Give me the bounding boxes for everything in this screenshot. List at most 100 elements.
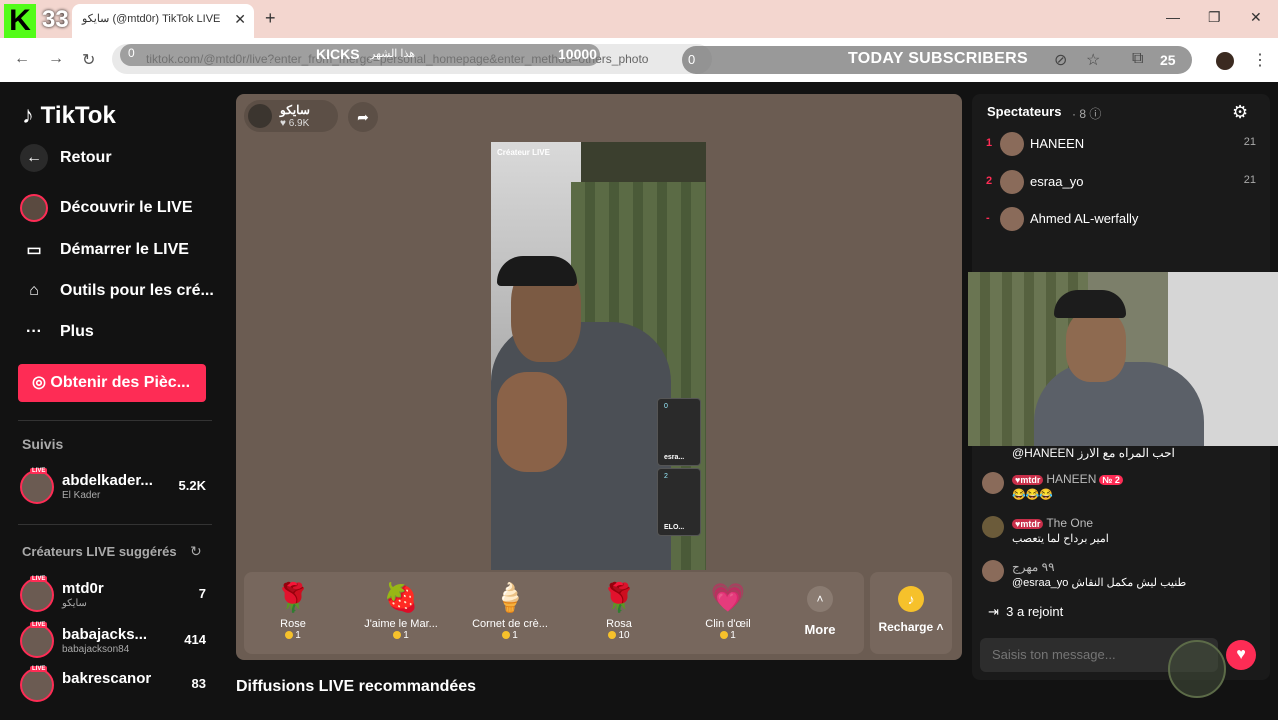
rank-badge: № 2 [1099,475,1123,485]
recharge-label: Recharge ˄ [870,620,952,634]
tiktok-note-icon: ♪ [22,102,34,129]
host-likes: ♥ 6.9K [280,118,309,129]
help-icon[interactable]: ⓘ [1089,107,1101,121]
gift-name: Cornet de crè... [472,618,548,630]
forward-arrow-icon[interactable]: → [48,50,64,68]
viewer-score: 21 [1243,174,1256,186]
tiktok-logo[interactable]: ♪ TikTok [22,102,116,130]
subscribers-count: 25 [1160,52,1176,68]
webcam-scene-hoodie [1034,362,1204,446]
logo-text: TikTok [40,102,116,129]
creator-live-tag: Créateur LIVE [497,148,550,157]
browser-tab-active[interactable]: سايكو (@mtd0r) TikTok LIVE ✕ [72,4,254,38]
gift-item-wink[interactable]: 💗 Clin d'œil 1 [678,578,778,641]
host-avatar[interactable] [248,104,272,128]
avatar [1000,207,1024,231]
viewer-name: Ahmed AL-werfally [1030,211,1139,226]
viewer-row[interactable]: - Ahmed AL-werfally [986,207,1256,233]
sidebar-item-label: Plus [60,323,94,340]
suggested-user-row[interactable]: LIVE babajacks... babajackson84 414 [20,622,206,660]
coin-icon [502,631,511,640]
enter-icon: ⇥ [988,604,999,619]
viewer-row[interactable]: 1 HANEEN 21 [986,132,1256,158]
sidebar-item-label: Découvrir le LIVE [60,199,193,216]
gift-item-ice-cream[interactable]: 🍦 Cornet de crè... 1 [460,578,560,641]
live-badge: LIVE [30,622,48,628]
chat-header: ٩٩ مهرج [1012,560,1055,574]
subscribers-label: TODAY SUBSCRIBERS [848,50,1028,67]
viewer-row[interactable]: 2 esraa_yo 21 [986,170,1256,196]
webcam-scene-cap [1054,290,1126,318]
user-subtitle: babajackson84 [62,644,130,655]
extensions-icon[interactable]: ⧉ [1132,50,1143,68]
sidebar-item-discover-live[interactable]: Découvrir le LIVE [20,194,193,222]
sidebar-item-creator-tools[interactable]: ⌂ Outils pour les cré... [20,277,214,305]
rosa-icon: 🌹 [601,582,637,613]
kicks-goal: 10000 [558,46,597,62]
fan-badge-label: mtdr [1020,475,1041,485]
gear-icon[interactable]: ⚙ [1232,102,1248,123]
eye-off-icon[interactable]: ⊘ [1054,50,1067,70]
spectators-count-value: 8 [1079,107,1087,121]
guest-tile[interactable]: 2 ELO... [657,468,701,536]
coin-icon [285,631,294,640]
viewer-count: 83 [191,676,206,691]
kick-viewer-count: 33 [42,6,69,33]
back-arrow-icon[interactable]: ← [14,50,30,68]
more-gifts-button[interactable]: ˄ More [800,586,840,637]
star-icon[interactable]: ☆ [1086,50,1100,70]
avatar [982,472,1004,494]
gift-item-rosa[interactable]: 🌹 Rosa 10 [569,578,669,641]
tab-title: سايكو (@mtd0r) TikTok LIVE [82,13,221,25]
chat-user: @HANEEN [1012,446,1075,460]
home-tools-icon: ⌂ [29,282,39,299]
user-subtitle: سايكو [62,598,87,609]
chat-header: ♥mtdr HANEEN № 2 [1012,472,1123,486]
close-icon[interactable]: ✕ [234,4,246,34]
live-avatar-icon [20,194,48,222]
following-user-row[interactable]: LIVE abdelkader... El Kader 5.2K [20,468,206,506]
kicks-label: KICKS [316,46,360,62]
reload-icon[interactable]: ↻ [82,50,95,70]
channel-watermark-logo [1168,640,1226,698]
menu-kebab-icon[interactable]: ⋮ [1252,50,1268,70]
chat-content: احب المراه مع الارز [1077,446,1175,460]
gift-price-value: 1 [295,630,301,641]
sidebar-item-more[interactable]: ··· Plus [20,318,94,346]
likes-count: 6.9K [288,118,310,129]
refresh-icon[interactable]: ↻ [190,543,202,560]
user-name: mtd0r [62,580,104,597]
gift-item-strawberry[interactable]: 🍓 J'aime le Mar... 1 [351,578,451,641]
gift-item-rose[interactable]: 🌹 Rose 1 [243,578,343,641]
guest-tile[interactable]: 0 esra... [657,398,701,466]
viewer-count: 414 [184,632,206,647]
get-coins-button[interactable]: ◎ Obtenir des Pièc... [18,364,206,402]
window-close-icon[interactable]: ✕ [1250,9,1262,26]
suggested-user-row[interactable]: LIVE mtd0r سايكو 7 [20,576,206,614]
following-heading: Suivis [22,436,64,452]
strawberry-icon: 🍓 [383,582,419,613]
maximize-icon[interactable]: ❐ [1208,9,1221,26]
new-tab-icon[interactable]: + [265,8,276,29]
viewer-rank: 2 [986,175,993,187]
recharge-button[interactable]: ♪ Recharge ˄ [870,572,952,654]
divider [18,420,212,421]
recommended-heading: Diffusions LIVE recommandées [236,678,477,695]
chat-content-text: طنيب ليش مكمل النقاش [1071,577,1187,589]
chat-content: امير برداح لما يتعصب [1012,533,1109,545]
share-icon[interactable]: ➦ [348,102,378,132]
fan-badge-label: mtdr [1020,519,1041,529]
chat-user: The One [1046,516,1094,530]
coin-icon [393,631,402,640]
back-link[interactable]: ← Retour [20,144,112,172]
suggested-label: Créateurs LIVE suggérés [22,544,177,559]
live-badge: LIVE [30,666,48,672]
joined-text: a rejoint [1017,604,1064,619]
profile-avatar[interactable] [1216,52,1234,70]
sidebar-item-label: Outils pour les cré... [60,282,214,299]
minimize-icon[interactable]: — [1166,9,1180,25]
heart-icon[interactable]: ♥ [1226,640,1256,670]
live-video[interactable]: Créateur LIVE 0 esra... 2 ELO... [491,142,706,570]
sidebar-item-start-live[interactable]: ▭ Démarrer le LIVE [20,236,189,264]
suggested-user-row[interactable]: LIVE bakrescanor 83 [20,666,206,704]
